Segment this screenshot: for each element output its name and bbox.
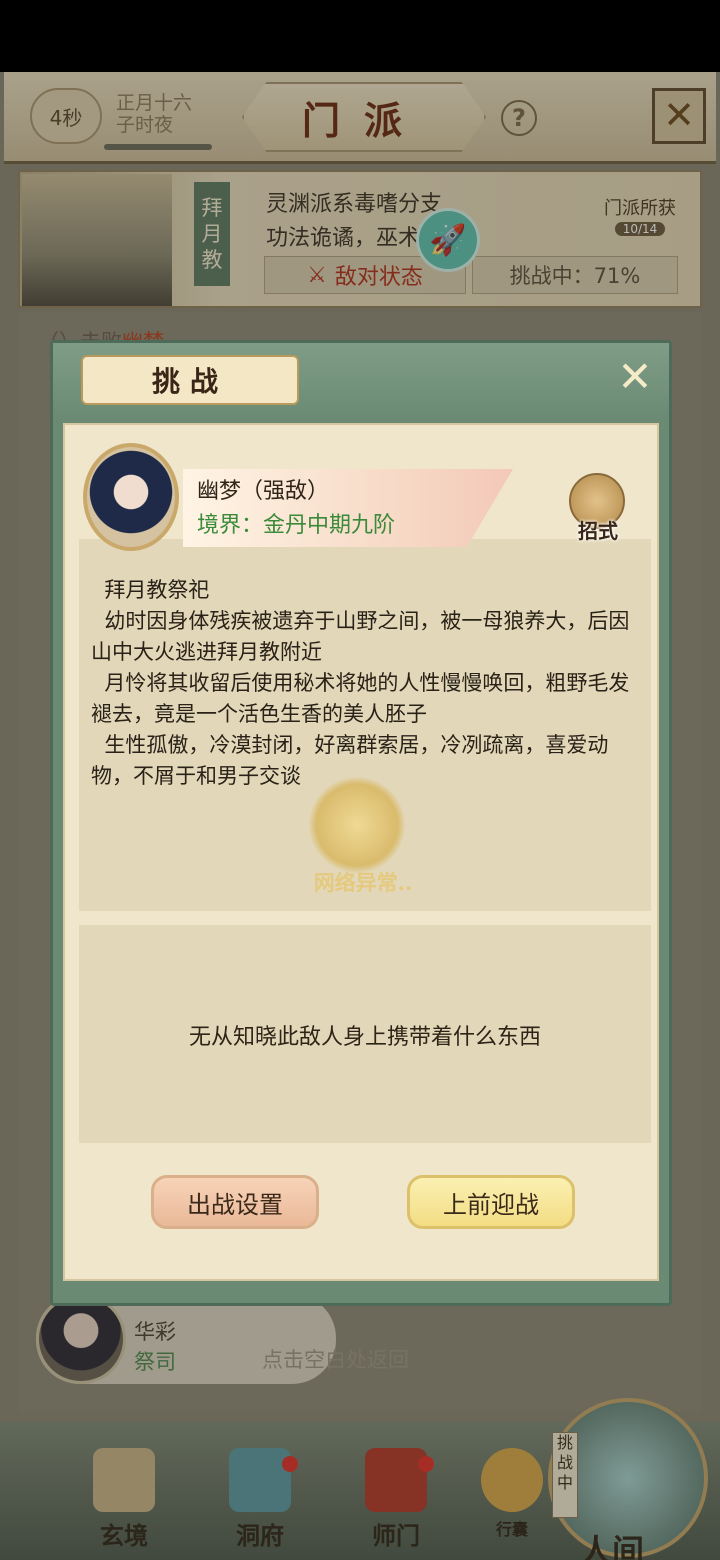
loot-box: 无从知晓此敌人身上携带着什么东西	[79, 925, 651, 1143]
challenge-dialog: 挑战 ✕ 拜月教祭祀 幼时因身体残疾被遗弃于山野之间，被一母狼养大，后因山中大火…	[50, 340, 672, 1306]
loot-unknown-text: 无从知晓此敌人身上携带着什么东西	[188, 1025, 541, 1050]
enemy-realm: 境界：金丹中期九阶	[197, 513, 396, 538]
enemy-name: 幽梦（强敌）	[197, 479, 330, 504]
network-error-text: 网络异常..	[313, 870, 413, 895]
enemy-avatar	[83, 443, 179, 551]
engage-battle-button[interactable]: 上前迎战	[407, 1175, 575, 1229]
enemy-description-box: 拜月教祭祀 幼时因身体残疾被遗弃于山野之间，被一母狼养大，后因山中大火逃进拜月教…	[79, 539, 651, 911]
loading-icon	[309, 777, 405, 873]
dialog-body: 拜月教祭祀 幼时因身体残疾被遗弃于山野之间，被一母狼养大，后因山中大火逃进拜月教…	[63, 423, 659, 1281]
close-icon[interactable]: ✕	[613, 356, 657, 401]
dialog-header: 挑战 ✕	[53, 343, 669, 419]
enemy-description: 拜月教祭祀 幼时因身体残疾被遗弃于山野之间，被一母狼养大，后因山中大火逃进拜月教…	[91, 578, 630, 788]
dialog-title: 挑战	[81, 355, 299, 405]
moves-label[interactable]: 招式	[565, 515, 631, 544]
battle-setup-button[interactable]: 出战设置	[151, 1175, 319, 1229]
